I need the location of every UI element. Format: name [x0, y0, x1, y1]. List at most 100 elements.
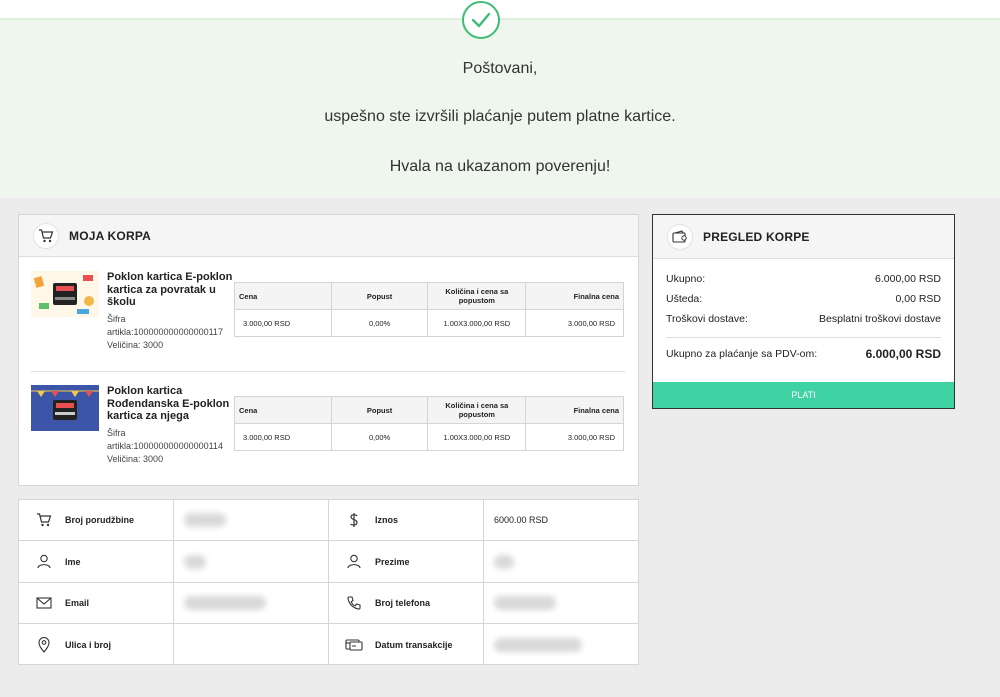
transaction-date-value [484, 624, 639, 665]
summary-saving-row: Ušteda: 0,00 RSD [666, 293, 941, 305]
order-number-label: Broj porudžbine [65, 515, 134, 525]
first-name-label-cell: Ime [19, 541, 174, 583]
street-value [174, 624, 329, 665]
redacted-value [494, 554, 514, 569]
col-discount: Popust [330, 282, 429, 310]
amount-label: Iznos [375, 515, 399, 525]
sku-value: 100000000000000117 [133, 327, 223, 337]
qty-price-cell: 1.00X3.000,00 RSD [427, 423, 527, 451]
col-final: Finalna cena [525, 396, 624, 424]
payment-success-text: uspešno ste izvršili plaćanje putem plat… [324, 108, 676, 125]
location-pin-icon [29, 636, 59, 653]
sku-label: Šifra artikla: [107, 314, 134, 337]
redacted-value [494, 637, 582, 652]
email-value [174, 583, 329, 624]
shipping-label: Troškovi dostave: [666, 313, 748, 325]
size-label: Veličina: [107, 340, 141, 350]
discount-cell: 0,00% [330, 309, 429, 337]
order-number-value [174, 500, 329, 541]
success-banner: Poštovani, uspešno ste izvršili plaćanje… [0, 1, 1000, 198]
cart-product: Poklon kartica E-poklon kartica za povra… [31, 271, 625, 361]
total-value: 6.000,00 RSD [875, 273, 941, 285]
last-name-label-cell: Prezime [329, 541, 484, 583]
product-divider [31, 371, 625, 372]
cart-title: MOJA KORPA [69, 228, 152, 243]
size-value: 3000 [143, 340, 164, 350]
product-price-table: Cena Popust Količina i cena sa popustom … [234, 282, 624, 337]
top-bar [0, 0, 1000, 20]
grand-total-label: Ukupno za plaćanje sa PDV-om: [666, 348, 818, 360]
final-price-cell: 3.000,00 RSD [525, 309, 624, 337]
date-label-cell: Datum transakcije [329, 624, 484, 665]
product-price-table: Cena Popust Količina i cena sa popustom … [234, 396, 624, 451]
cart-icon [33, 222, 59, 249]
size-value: 3000 [143, 454, 164, 464]
greeting-text: Poštovani, [462, 60, 538, 77]
product-name[interactable]: Poklon kartica Rođendanska E-poklon kart… [107, 385, 233, 423]
summary-panel: PREGLED KORPE Ukupno: 6.000,00 RSD Ušted… [652, 214, 955, 409]
qty-price-cell: 1.00X3.000,00 RSD [427, 309, 527, 337]
summary-shipping-row: Troškovi dostave: Besplatni troškovi dos… [666, 313, 941, 325]
summary-header: PREGLED KORPE [653, 215, 954, 259]
col-price: Cena [234, 282, 332, 310]
redacted-value [184, 554, 206, 569]
last-name-value [484, 541, 639, 583]
redacted-value [184, 596, 266, 610]
user-icon [339, 554, 369, 569]
pay-button[interactable]: PLATI [653, 382, 954, 408]
price-cell: 3.000,00 RSD [234, 423, 332, 451]
cart-header: MOJA KORPA [19, 215, 638, 257]
saving-label: Ušteda: [666, 293, 703, 305]
sku-label: Šifra artikla: [107, 428, 134, 451]
order-info-table: Broj porudžbine Iznos 6000.00 RSD Ime Pr… [18, 499, 639, 665]
phone-icon [339, 596, 369, 610]
summary-total-row: Ukupno: 6.000,00 RSD [666, 273, 941, 285]
saving-value: 0,00 RSD [895, 293, 941, 305]
cart-product: Poklon kartica Rođendanska E-poklon kart… [31, 385, 625, 477]
check-circle-icon [462, 1, 500, 39]
summary-divider [666, 337, 941, 338]
card-transaction-icon [339, 638, 369, 651]
col-price: Cena [234, 396, 332, 424]
redacted-value [184, 513, 226, 527]
amount-label-cell: Iznos [329, 500, 484, 541]
price-cell: 3.000,00 RSD [234, 309, 332, 337]
grand-total-value: 6.000,00 RSD [865, 347, 941, 361]
summary-title: PREGLED KORPE [703, 229, 810, 244]
phone-label-cell: Broj telefona [329, 583, 484, 624]
total-label: Ukupno: [666, 273, 706, 285]
phone-value [484, 583, 639, 624]
envelope-icon [29, 597, 59, 609]
product-name[interactable]: Poklon kartica E-poklon kartica za povra… [107, 271, 233, 309]
discount-cell: 0,00% [330, 423, 429, 451]
col-discount: Popust [330, 396, 429, 424]
shipping-value: Besplatni troškovi dostave [819, 313, 941, 325]
summary-grand-row: Ukupno za plaćanje sa PDV-om: 6.000,00 R… [666, 347, 941, 361]
order-number-label-cell: Broj porudžbine [19, 500, 174, 541]
redacted-value [494, 596, 556, 610]
thanks-text: Hvala na ukazanom poverenju! [389, 158, 611, 175]
street-label-cell: Ulica i broj [19, 624, 174, 665]
last-name-label: Prezime [375, 556, 410, 567]
street-label: Ulica i broj [65, 639, 112, 650]
col-qty-price: Količina i cena sa popustom [427, 396, 527, 424]
product-thumbnail[interactable] [31, 271, 99, 317]
cart-panel: MOJA KORPA Poklon kartica E-poklon karti… [18, 214, 639, 486]
phone-label: Broj telefona [375, 598, 431, 608]
first-name-label: Ime [65, 556, 81, 567]
col-final: Finalna cena [525, 282, 624, 310]
final-price-cell: 3.000,00 RSD [525, 423, 624, 451]
amount-value: 6000.00 RSD [484, 500, 639, 541]
size-label: Veličina: [107, 454, 141, 464]
cart-icon [29, 513, 59, 527]
sku-value: 100000000000000114 [133, 441, 223, 451]
wallet-icon [667, 223, 693, 250]
dollar-icon [339, 512, 369, 528]
col-qty-price: Količina i cena sa popustom [427, 282, 527, 310]
email-label-cell: Email [19, 583, 174, 624]
user-icon [29, 554, 59, 569]
email-label: Email [65, 598, 90, 608]
first-name-value [174, 541, 329, 583]
transaction-date-label: Datum transakcije [375, 639, 453, 650]
product-thumbnail[interactable] [31, 385, 99, 431]
